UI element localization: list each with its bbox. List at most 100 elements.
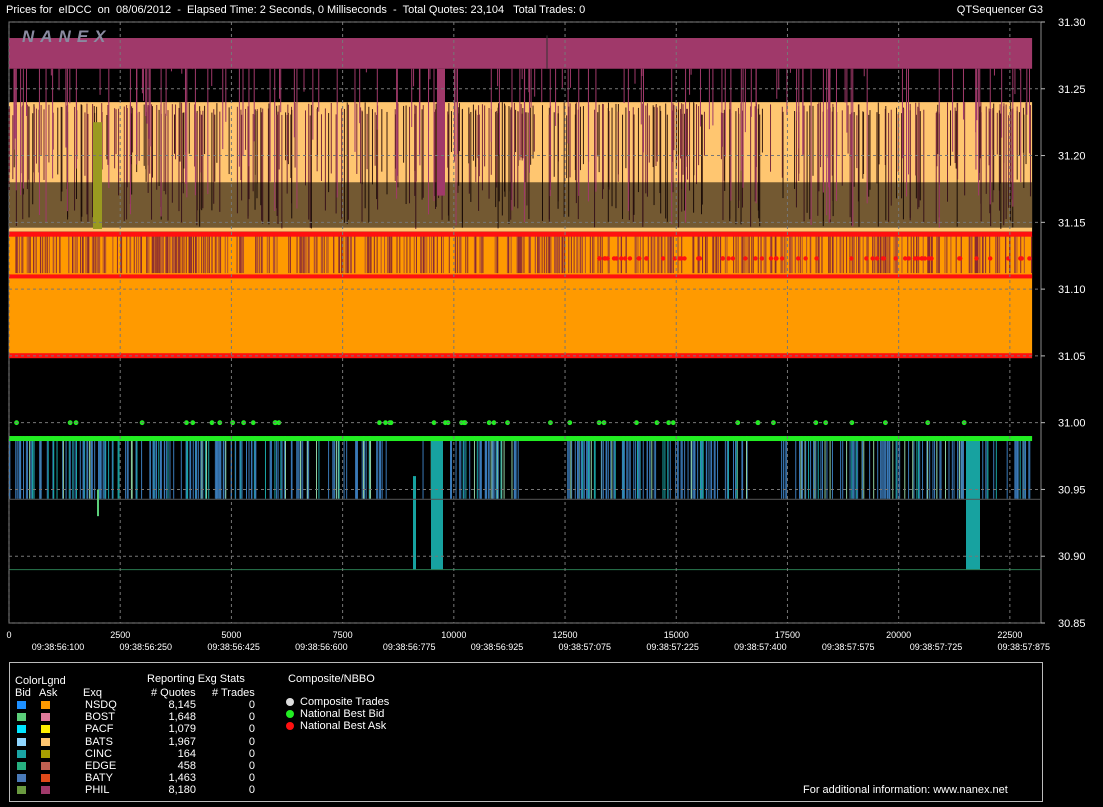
- exchange-name: BOST: [85, 711, 115, 724]
- exchange-name: EDGE: [85, 760, 117, 772]
- baty-ask-swatch: [41, 774, 50, 783]
- exchange-name: BATS: [85, 735, 113, 748]
- quote-count: 1,079: [168, 723, 196, 736]
- nba-point: [988, 256, 993, 261]
- exchange-name: PHIL: [85, 784, 110, 797]
- nba-point: [597, 256, 602, 261]
- exchange-name: PACF: [85, 723, 114, 736]
- nba-point: [759, 256, 765, 261]
- y-tick-label: 30.90: [1058, 551, 1086, 563]
- composite-dot: [286, 710, 294, 718]
- nba-point: [957, 256, 962, 261]
- x-time-label: 09:38:57:725: [910, 642, 963, 652]
- x-tick-label: 20000: [886, 630, 911, 640]
- nba-point: [814, 256, 819, 261]
- y-tick-label: 30.85: [1058, 618, 1086, 630]
- footer-link[interactable]: For additional information: www.nanex.ne…: [803, 784, 1008, 796]
- quote-count: 8,180: [168, 784, 196, 797]
- x-time-label: 09:38:56:600: [295, 642, 348, 652]
- nba-point: [870, 256, 875, 261]
- nba-point: [779, 256, 785, 261]
- nba-point: [1018, 256, 1023, 261]
- trade-count: 0: [248, 772, 255, 785]
- trade-count: 0: [248, 747, 255, 760]
- composite-dot: [286, 722, 294, 730]
- nba-point: [881, 256, 887, 261]
- nba-point: [974, 256, 979, 261]
- x-tick-label: 12500: [553, 630, 578, 640]
- exchange-name: BATY: [85, 772, 113, 785]
- quote-count: 164: [177, 747, 196, 760]
- ask-header: Ask: [39, 687, 58, 699]
- nba-point: [697, 256, 703, 261]
- bats-ask-swatch: [41, 737, 50, 746]
- x-time-label: 09:38:57:400: [734, 642, 787, 652]
- nba-point: [1027, 256, 1032, 261]
- nba-line-mid: [9, 274, 1033, 279]
- x-tick-label: 15000: [664, 630, 689, 640]
- nba-point: [627, 256, 633, 261]
- y-tick-label: 31.25: [1058, 84, 1086, 96]
- quote-count: 1,463: [168, 772, 196, 785]
- exchange-name: CINC: [85, 747, 112, 760]
- bost-bid-swatch: [17, 713, 26, 722]
- trade-count: 0: [248, 699, 255, 711]
- ask-dark-band: [9, 182, 1033, 228]
- quote-count: 1,967: [168, 735, 196, 748]
- cinc-block: [93, 122, 102, 230]
- nsdq-ask-swatch: [41, 701, 50, 709]
- quotes-header: # Quotes: [151, 687, 196, 699]
- x-tick-label: 7500: [333, 630, 353, 640]
- bats-bid-swatch: [17, 737, 26, 746]
- nba-point: [602, 256, 608, 261]
- nba-point: [864, 256, 869, 261]
- nba-point: [849, 256, 854, 261]
- pacf-ask-swatch: [41, 725, 50, 734]
- y-tick-label: 31.00: [1058, 418, 1086, 430]
- x-time-label: 09:38:56:775: [383, 642, 436, 652]
- x-time-label: 09:38:56:925: [471, 642, 524, 652]
- nba-point: [611, 256, 617, 261]
- x-time-label: 09:38:57:875: [998, 642, 1051, 652]
- trades-header: # Trades: [212, 687, 255, 699]
- x-tick-label: 5000: [221, 630, 241, 640]
- composite-label: Composite Trades: [300, 696, 390, 708]
- phil-ask-band: [9, 38, 1033, 69]
- y-tick-label: 31.20: [1058, 151, 1086, 163]
- nba-point: [636, 256, 641, 261]
- colorlgnd-title: ColorLgnd: [15, 675, 66, 687]
- nba-point: [622, 256, 628, 261]
- nba-point: [929, 256, 934, 261]
- nba-point: [644, 256, 649, 261]
- bid-floor: [9, 498, 1041, 500]
- edge-bid-block: [966, 436, 980, 570]
- x-tick-label: 10000: [441, 630, 466, 640]
- nba-point: [795, 256, 801, 261]
- nba-point: [774, 256, 779, 261]
- nba-point: [677, 256, 682, 261]
- bid-header: Bid: [15, 687, 31, 699]
- bost-ask-swatch: [41, 713, 50, 722]
- nba-point: [906, 256, 911, 261]
- nba-point: [768, 256, 774, 261]
- trade-count: 0: [248, 784, 255, 797]
- y-tick-label: 31.05: [1058, 351, 1086, 363]
- stats-title: Reporting Exg Stats: [147, 673, 245, 685]
- composite-label: National Best Bid: [300, 708, 385, 720]
- nba-point: [803, 256, 808, 261]
- nba-point: [660, 256, 666, 261]
- quote-count: 458: [177, 760, 196, 772]
- x-time-label: 09:38:56:100: [32, 642, 85, 652]
- chart-title: Prices for eIDCC on 08/06/2012 - Elapsed…: [6, 4, 586, 16]
- composite-label: National Best Ask: [300, 720, 387, 732]
- nba-point: [874, 256, 880, 261]
- x-time-label: 09:38:57:075: [559, 642, 612, 652]
- exchange-name: NSDQ: [85, 699, 117, 711]
- legend-panel: ColorLgnd Bid Ask Reporting Exg Stats Ex…: [9, 662, 1043, 802]
- y-tick-label: 31.10: [1058, 284, 1086, 296]
- quote-count: 1,648: [168, 711, 196, 724]
- nba-point: [912, 256, 918, 261]
- nanex-logo: NANEX: [22, 27, 112, 46]
- trade-count: 0: [248, 735, 255, 748]
- edge-bid-block: [431, 436, 443, 570]
